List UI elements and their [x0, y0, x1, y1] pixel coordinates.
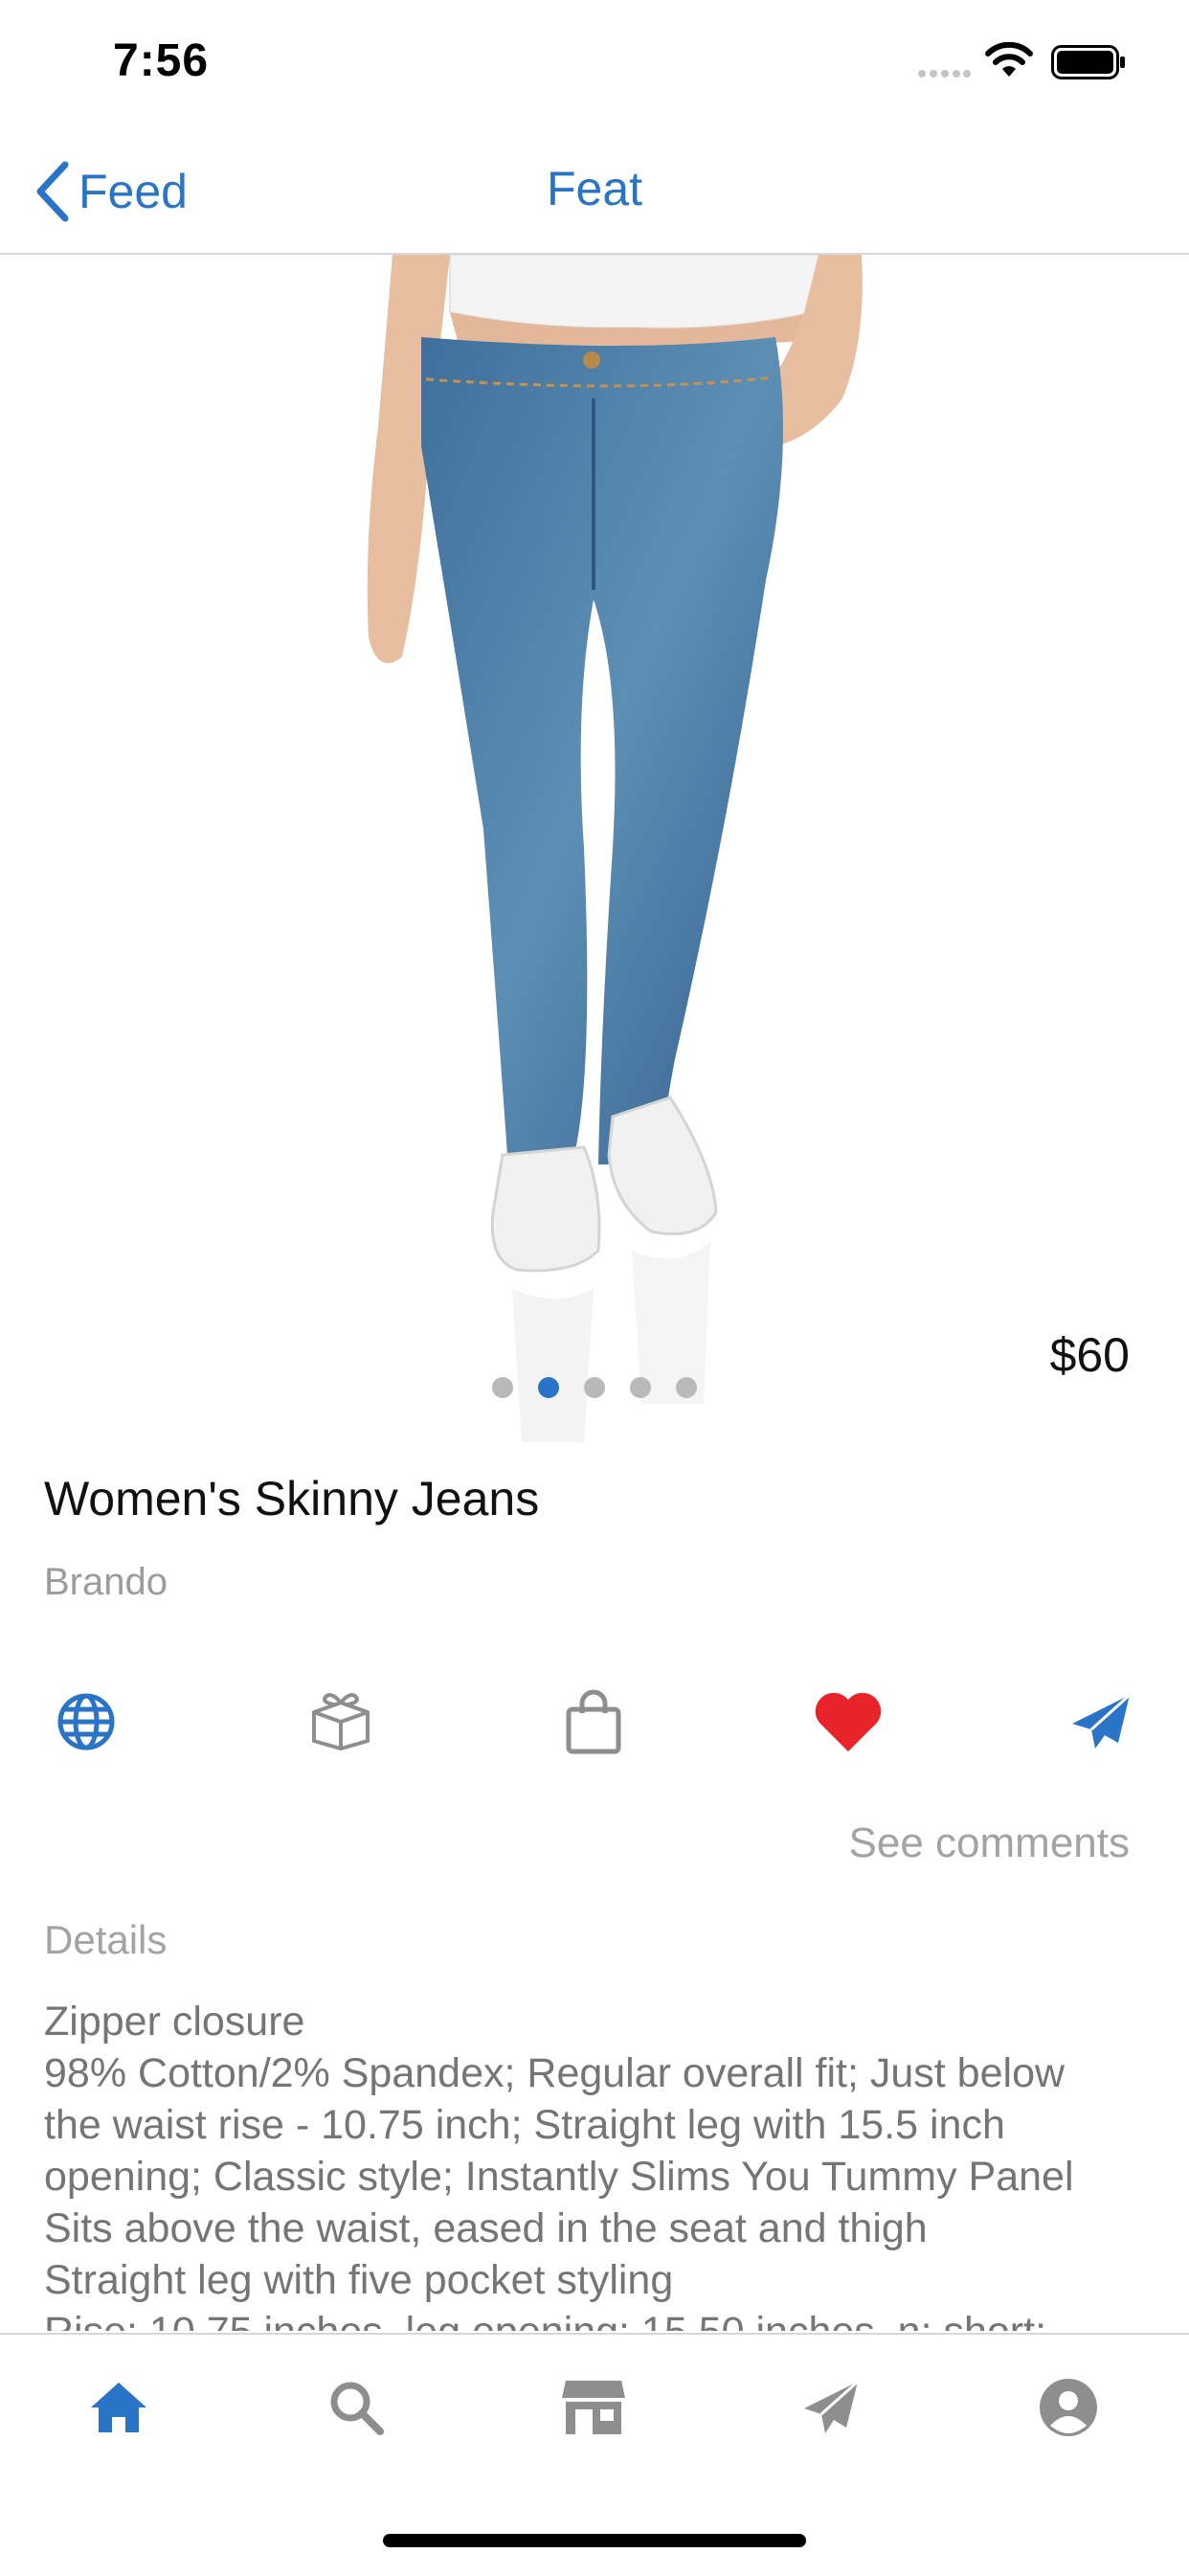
details-line: Zipper closure [44, 1999, 305, 2045]
product-title: Women's Skinny Jeans [44, 1472, 540, 1525]
carousel-page-indicator[interactable] [0, 1377, 1189, 1398]
details-line: 98% Cotton/2% Spandex; Regular overall f… [44, 2050, 1066, 2096]
price-label: $60 [1049, 1328, 1130, 1382]
product-photo [367, 255, 863, 1442]
carousel-dot[interactable] [676, 1377, 697, 1398]
add-to-bag-button[interactable] [555, 1683, 632, 1760]
share-button[interactable] [1063, 1683, 1139, 1760]
battery-icon [1051, 45, 1125, 79]
tab-profile[interactable] [1021, 2369, 1116, 2446]
globe-icon [57, 1693, 115, 1751]
details-line: Straight leg with five pocket styling [44, 2257, 674, 2303]
website-button[interactable] [48, 1683, 124, 1760]
product-image-carousel[interactable] [0, 255, 1189, 1442]
profile-icon [1040, 2379, 1097, 2436]
see-comments-link[interactable]: See comments [849, 1819, 1130, 1867]
gift-button[interactable] [303, 1683, 379, 1760]
status-time: 7:56 [113, 35, 210, 86]
details-text: Zipper closure 98% Cotton/2% Spandex; Re… [44, 1996, 1155, 2331]
brand-name[interactable]: Brando [44, 1561, 168, 1604]
search-icon [330, 2382, 384, 2435]
cellular-signal-icon [918, 70, 971, 78]
carousel-dot[interactable] [492, 1377, 513, 1398]
carousel-dot[interactable] [630, 1377, 651, 1398]
store-icon [562, 2381, 625, 2434]
tab-home[interactable] [71, 2369, 167, 2446]
gift-icon [312, 1693, 370, 1751]
tab-search[interactable] [308, 2369, 404, 2446]
details-line: the waist rise - 10.75 inch; Straight le… [44, 2102, 1005, 2148]
send-icon [1072, 1693, 1132, 1749]
page-title: Feat [546, 162, 643, 215]
details-line: opening; Classic style; Instantly Slims … [44, 2154, 1074, 2200]
tab-messages[interactable] [783, 2369, 879, 2446]
like-button[interactable] [810, 1683, 886, 1760]
send-icon [804, 2380, 860, 2433]
carousel-dot-active[interactable] [538, 1377, 559, 1398]
wifi-icon [985, 42, 1033, 77]
details-line: Sits above the waist, eased in the seat … [44, 2205, 928, 2251]
home-indicator [383, 2534, 806, 2547]
details-line: Rise: 10.75 inches, leg opening: 15.50 i… [44, 2306, 1155, 2331]
carousel-dot[interactable] [584, 1377, 605, 1398]
heart-icon [815, 1692, 882, 1751]
home-icon [91, 2383, 146, 2432]
tab-store[interactable] [546, 2369, 641, 2446]
details-heading: Details [44, 1917, 168, 1962]
shopping-bag-icon [566, 1689, 621, 1754]
